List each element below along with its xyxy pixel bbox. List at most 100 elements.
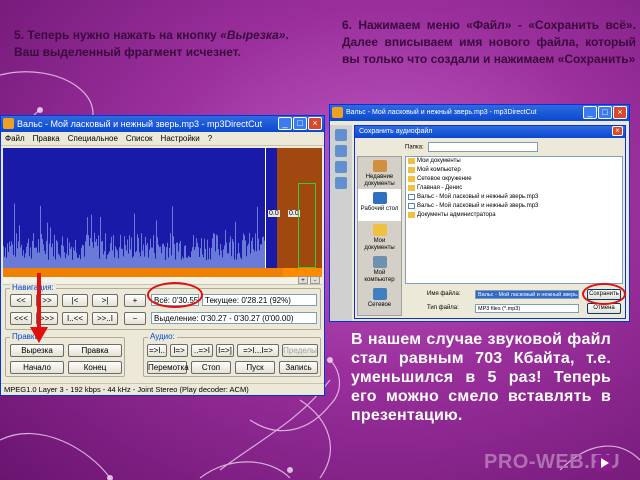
save-window-titlebar[interactable]: Вальс - Мой ласковый и нежный зверь.mp3 …	[330, 105, 629, 121]
place-computer[interactable]: Мой компьютер	[358, 253, 401, 285]
list-item[interactable]: Мой компьютер	[406, 166, 622, 175]
waveform-sample	[17, 248, 18, 268]
play-until-button[interactable]: ..=>I	[191, 344, 213, 357]
waveform-sample	[235, 221, 236, 268]
maximize-icon[interactable]: □	[598, 106, 612, 119]
list-item[interactable]: Документы администратора	[406, 211, 622, 220]
waveform-sample	[183, 258, 184, 268]
waveform-sample	[226, 242, 227, 268]
computer-icon	[373, 256, 387, 268]
place-label: Рабочий стол	[360, 206, 399, 212]
waveform-sample	[27, 243, 28, 268]
waveform-sample	[116, 248, 117, 268]
waveform-sample	[113, 234, 114, 268]
waveform-sample	[101, 241, 102, 268]
minimize-icon[interactable]: _	[278, 117, 292, 130]
waveform-sample	[171, 255, 172, 268]
waveform-sample	[12, 244, 13, 268]
maximize-icon[interactable]: □	[293, 117, 307, 130]
list-item[interactable]: Главная - Денис	[406, 184, 622, 193]
file-name: Главная - Денис	[417, 185, 463, 191]
stop-button[interactable]: Стоп	[191, 361, 231, 374]
close-icon[interactable]: ×	[612, 126, 623, 136]
nav-sel-start-button[interactable]: I..<<	[62, 312, 88, 325]
waveform-sample	[227, 253, 228, 268]
limits-button[interactable]: Пределы	[282, 344, 318, 357]
waveform-sample	[192, 247, 193, 268]
waveform-sample	[173, 236, 174, 268]
next-slide-button[interactable]	[596, 455, 612, 471]
play-around-button[interactable]: =>I...I=>	[237, 344, 279, 357]
waveform-sample	[56, 240, 57, 268]
waveform-sample	[133, 256, 134, 268]
zoom-out-button[interactable]: -	[310, 276, 320, 284]
waveform-sample	[62, 236, 63, 268]
waveform-sample	[150, 238, 151, 268]
rewind-button[interactable]: Перемотка	[147, 361, 189, 374]
waveform-sample	[211, 247, 212, 268]
waveform-sample	[256, 251, 257, 268]
waveform-sample	[79, 254, 80, 268]
play-to-button[interactable]: =>I..	[147, 344, 167, 357]
record-button[interactable]: Запись	[279, 361, 318, 374]
place-label: Недавние документы	[364, 174, 395, 187]
nav-plus-button[interactable]: +	[124, 294, 146, 307]
place-desktop[interactable]: Рабочий стол	[358, 189, 401, 221]
place-network[interactable]: Сетевое	[358, 285, 401, 317]
nav-start-button[interactable]: |<	[62, 294, 88, 307]
waveform-sample	[232, 239, 233, 268]
waveform-sample	[119, 247, 120, 268]
play-sel-button[interactable]: I=>]	[216, 344, 234, 357]
nav-end-button[interactable]: >|	[92, 294, 118, 307]
editor-titlebar[interactable]: Вальс - Мой ласковый и нежный зверь.mp3 …	[1, 116, 324, 132]
zoom-in-button[interactable]: +	[298, 276, 308, 284]
waveform-sample	[221, 250, 222, 268]
menu-settings[interactable]: Настройки	[161, 132, 200, 145]
filename-input[interactable]: Вальс - Мой ласковый и нежный зверь.mp3	[475, 290, 579, 299]
file-list[interactable]: Мои документы Мой компьютер Сетевое окру…	[405, 156, 623, 284]
menu-help[interactable]: ?	[208, 132, 212, 145]
waveform-sample	[107, 254, 108, 268]
menu-list[interactable]: Список	[126, 132, 153, 145]
waveform-sample	[14, 203, 15, 268]
start-button[interactable]: Начало	[10, 361, 64, 374]
close-icon[interactable]: ×	[613, 106, 627, 119]
filetype-select[interactable]: MP3 files (*.mp3)	[475, 304, 579, 313]
list-item[interactable]: Сетевое окружение	[406, 175, 622, 184]
waveform-sample	[71, 246, 72, 268]
waveform-sample	[94, 232, 95, 268]
cut-button[interactable]: Вырезка	[10, 344, 64, 357]
menu-edit[interactable]: Правка	[33, 132, 60, 145]
place-documents[interactable]: Мои документы	[358, 221, 401, 253]
waveform-sample	[252, 237, 253, 268]
look-in-select[interactable]	[427, 142, 538, 152]
waveform-sample	[247, 245, 248, 268]
nav-minus-button[interactable]: −	[124, 312, 146, 325]
edit-button[interactable]: Правка	[68, 344, 122, 357]
list-item[interactable]: Вальс - Мой ласковый и нежный зверь.mp3	[406, 202, 622, 211]
waveform-sample	[48, 259, 49, 268]
waveform-sample	[193, 235, 194, 268]
list-item[interactable]: Мои документы	[406, 157, 622, 166]
waveform-view[interactable]: 0.0 0.0	[3, 148, 322, 268]
waveform-sample	[155, 258, 156, 268]
play-from-button[interactable]: I=>	[170, 344, 188, 357]
end-button[interactable]: Конец	[68, 361, 122, 374]
waveform-sample	[209, 247, 210, 268]
play-button[interactable]: Пуск	[235, 361, 275, 374]
waveform-sample	[95, 241, 96, 268]
waveform-sample	[128, 253, 129, 268]
list-item[interactable]: Вальс - Мой ласковый и нежный зверь.mp3	[406, 193, 622, 202]
waveform-sample	[253, 249, 254, 268]
nav-sel-end-button[interactable]: >>..I	[92, 312, 118, 325]
menu-special[interactable]: Специальное	[68, 132, 118, 145]
waveform-sample	[35, 247, 36, 268]
waveform-sample	[85, 241, 86, 268]
close-icon[interactable]: ×	[308, 117, 322, 130]
minimize-icon[interactable]: _	[583, 106, 597, 119]
place-recent[interactable]: Недавние документы	[358, 157, 401, 189]
menu-file[interactable]: Файл	[5, 132, 25, 145]
place-label: Сетевое	[367, 302, 392, 308]
save-dialog-titlebar[interactable]: Сохранить аудиофайл ×	[355, 126, 625, 138]
highlight-save-button	[582, 283, 626, 305]
